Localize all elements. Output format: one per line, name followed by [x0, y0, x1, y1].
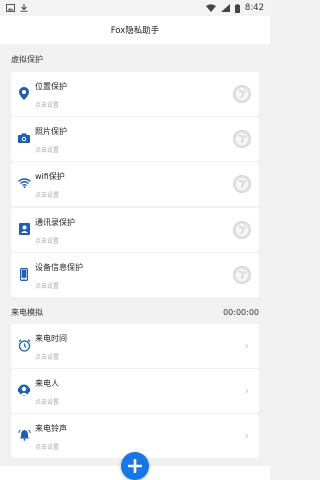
chevron-right-icon: ›	[244, 429, 249, 442]
item-subtitle: 点击设置	[35, 192, 60, 199]
item-subtitle: 点击设置	[35, 147, 60, 154]
alarm-clock-icon	[17, 338, 31, 352]
wifi-icon	[17, 176, 31, 190]
status-bar: 8:42	[0, 0, 270, 16]
protection-toggle[interactable]	[233, 221, 251, 239]
bell-icon	[17, 428, 31, 442]
plus-icon	[128, 459, 142, 473]
chevron-right-icon: ›	[244, 384, 249, 397]
status-time: 8:42	[244, 3, 264, 13]
protection-toggle[interactable]	[233, 85, 251, 103]
globe-icon	[236, 224, 248, 236]
location-pin-icon	[17, 86, 31, 100]
list-item-call-time[interactable]: 来电时间 点击设置 ›	[11, 324, 259, 368]
item-subtitle: 点击设置	[35, 238, 60, 245]
chevron-right-icon: ›	[244, 339, 249, 352]
item-title: 位置保护	[35, 82, 67, 91]
item-subtitle: 点击设置	[35, 354, 60, 361]
camera-icon	[17, 131, 31, 145]
section-label: 来电模拟	[11, 307, 43, 317]
contacts-icon	[17, 222, 31, 236]
image-icon	[6, 4, 15, 12]
battery-icon	[234, 3, 240, 13]
protection-toggle[interactable]	[233, 175, 251, 193]
item-title: 来电时间	[35, 334, 67, 343]
list-item-location-protection[interactable]: 位置保护 点击设置	[11, 72, 259, 116]
protection-toggle[interactable]	[233, 130, 251, 148]
item-title: 通讯录保护	[35, 218, 75, 227]
section-header-call: 来电模拟 00:00:00	[0, 302, 270, 322]
item-subtitle: 点击设置	[35, 444, 60, 451]
item-title: 来电人	[35, 379, 59, 388]
item-subtitle: 点击设置	[35, 399, 60, 406]
call-timer: 00:00:00	[223, 307, 259, 317]
globe-icon	[236, 178, 248, 190]
download-icon	[20, 4, 28, 12]
list-item-caller[interactable]: 来电人 点击设置 ›	[11, 369, 259, 413]
phone-icon	[17, 267, 31, 281]
item-subtitle: 点击设置	[35, 102, 60, 109]
globe-icon	[236, 88, 248, 100]
list-item-device-protection[interactable]: 设备信息保护 点击设置	[11, 253, 259, 297]
item-subtitle: 点击设置	[35, 283, 60, 290]
person-icon	[17, 383, 31, 397]
globe-icon	[236, 269, 248, 281]
item-title: 设备信息保护	[35, 263, 83, 272]
app-bar: Fox隐私助手	[0, 16, 270, 44]
item-title: 来电铃声	[35, 424, 67, 433]
section-header-virtual: 虚拟保护	[0, 49, 270, 69]
section-label: 虚拟保护	[11, 54, 43, 64]
page-title: Fox隐私助手	[110, 26, 160, 36]
item-title: wifi保护	[35, 172, 65, 181]
list-item-photo-protection[interactable]: 照片保护 点击设置	[11, 117, 259, 161]
globe-icon	[236, 133, 248, 145]
list-item-wifi-protection[interactable]: wifi保护 点击设置	[11, 162, 259, 206]
add-button[interactable]	[121, 452, 149, 480]
item-title: 照片保护	[35, 127, 67, 136]
list-item-contacts-protection[interactable]: 通讯录保护 点击设置	[11, 208, 259, 252]
protection-toggle[interactable]	[233, 266, 251, 284]
signal-icon	[220, 4, 230, 12]
wifi-status-icon	[205, 4, 216, 12]
